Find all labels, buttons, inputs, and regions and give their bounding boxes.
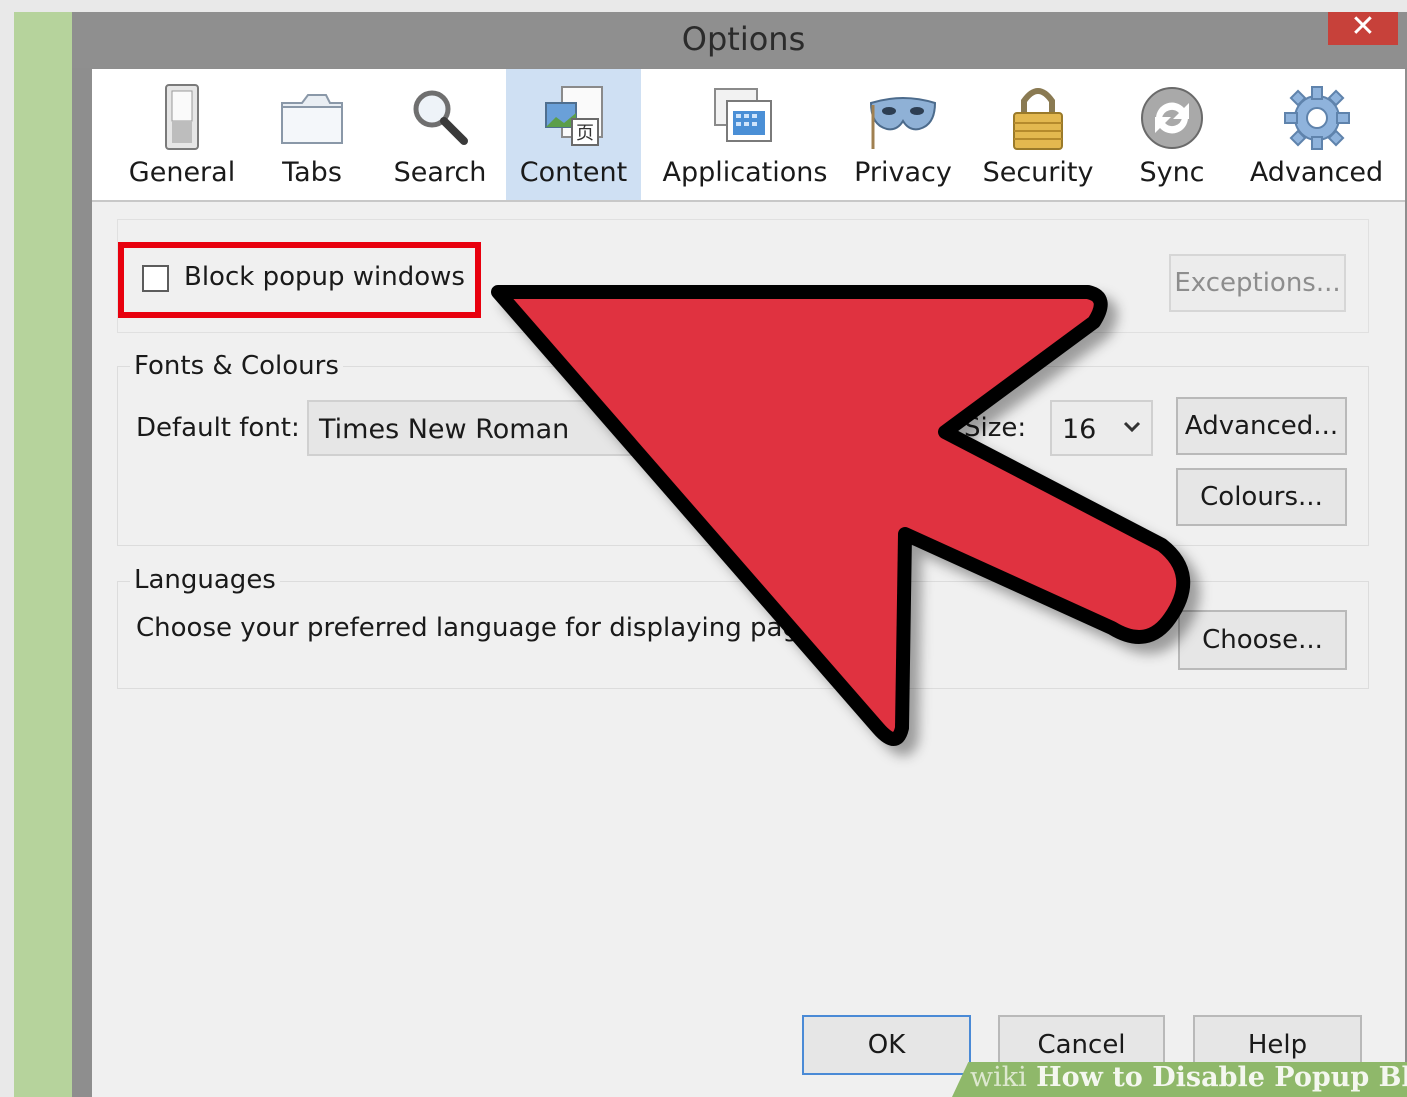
red-arrow-annotation [491,285,1191,746]
watermark-brand: wiki [970,1062,1027,1093]
watermark-text: wiki How to Disable Popup Bloc [970,1062,1407,1093]
watermark-title: How to Disable Popup Bloc [1036,1062,1407,1093]
